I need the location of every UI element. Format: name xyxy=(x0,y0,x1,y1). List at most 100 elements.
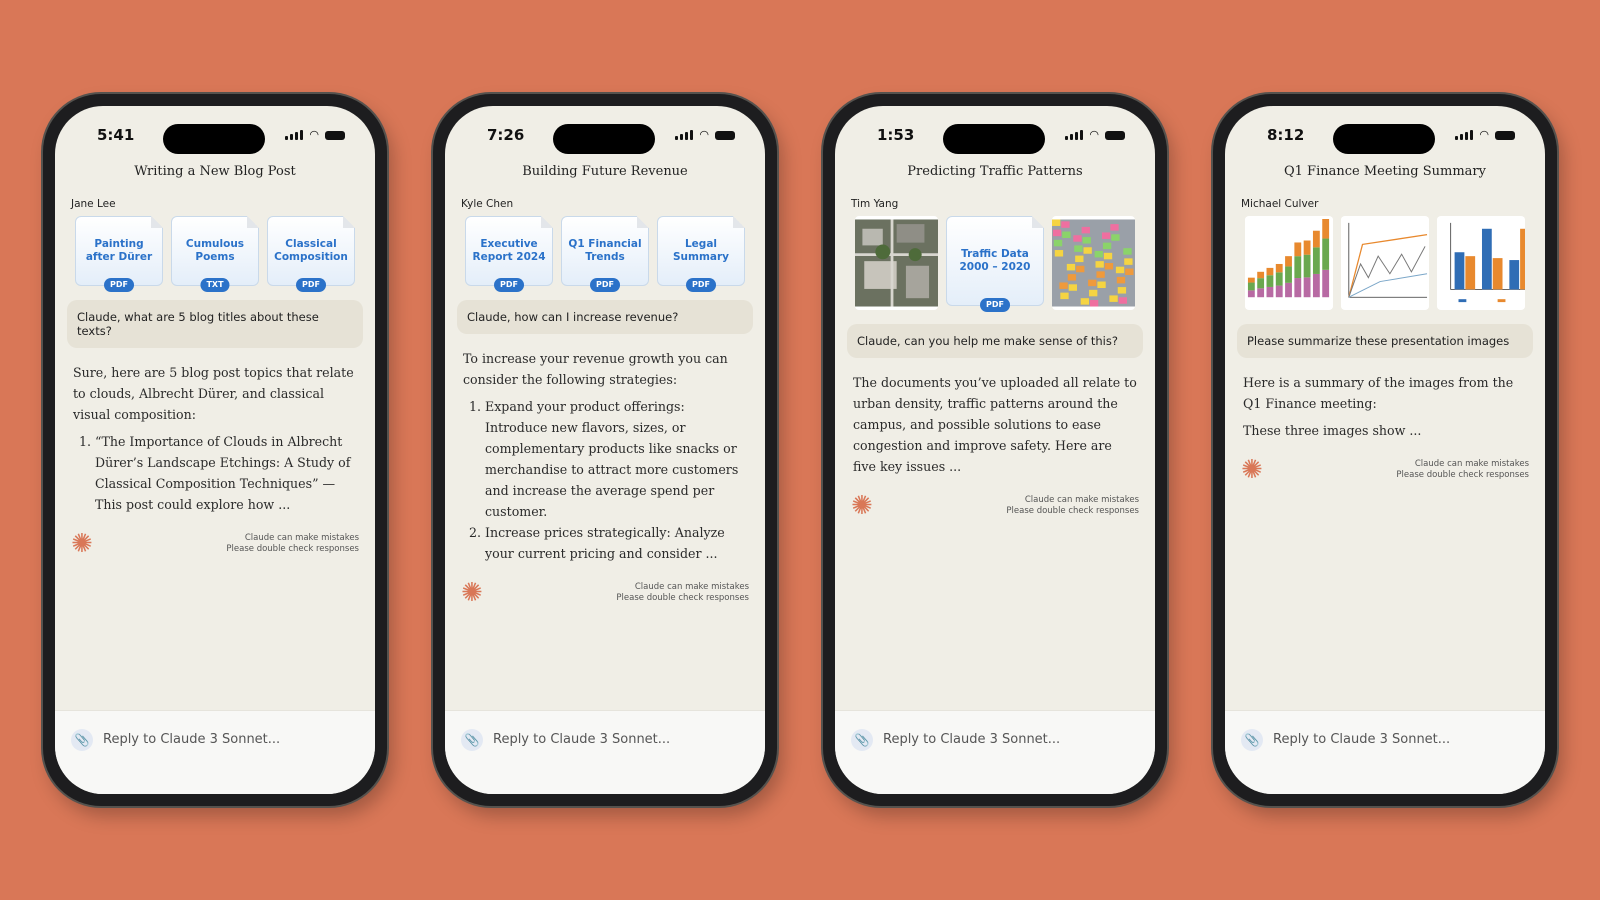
status-bar: 8:12 ◠ xyxy=(1225,124,1545,154)
paperclip-icon[interactable]: 📎 xyxy=(1241,729,1263,751)
file-name: Q1 Financial Trends xyxy=(568,237,642,263)
attachment-image-stacked-bar-chart[interactable] xyxy=(1245,216,1333,310)
file-type-badge: PDF xyxy=(494,278,524,292)
answer-text: Here is a summary of the images from the… xyxy=(1243,375,1514,411)
status-time: 1:53 xyxy=(877,126,915,144)
attachments: Traffic Data 2000 – 2020 PDF xyxy=(855,216,1135,312)
answer-text: These three images show ... xyxy=(1243,423,1422,438)
file-name: Cumulous Poems xyxy=(185,237,245,263)
attachment-file[interactable]: Traffic Data 2000 – 2020 PDF xyxy=(946,216,1044,312)
reply-bar: 📎 Reply to Claude 3 Sonnet... xyxy=(55,710,375,794)
attachment-image-line-chart[interactable] xyxy=(1341,216,1429,310)
attachment-image-sticky-notes-photo[interactable] xyxy=(1051,216,1135,310)
user-name: Jane Lee xyxy=(71,198,116,210)
claude-logo-icon: ✺ xyxy=(461,578,483,608)
phone-1: 5:41 ◠ Writing a New Blog Post Jane Lee … xyxy=(43,94,387,806)
answer-list-item: Increase prices strategically: Analyze y… xyxy=(485,522,747,564)
attachment-image-bar-chart[interactable] xyxy=(1437,216,1525,310)
battery-icon xyxy=(715,130,735,140)
phone-2: 7:26 ◠ Building Future Revenue Kyle Chen… xyxy=(433,94,777,806)
attachments: Painting after Dürer PDF Cumulous Poems TXT… xyxy=(75,216,355,292)
answer-list: “The Importance of Clouds in Albrecht Dü… xyxy=(73,431,357,515)
reply-bar: 📎 Reply to Claude 3 Sonnet... xyxy=(835,710,1155,794)
battery-icon xyxy=(1495,130,1515,140)
file-type-badge: TXT xyxy=(200,278,230,292)
file-type-badge: PDF xyxy=(104,278,134,292)
conversation-title[interactable]: Predicting Traffic Patterns xyxy=(835,164,1155,179)
attachments xyxy=(1245,216,1525,310)
file-name: Legal Summary xyxy=(672,237,730,263)
wifi-icon: ◠ xyxy=(309,128,319,141)
answer-list: Expand your product offerings: Introduce… xyxy=(463,396,747,564)
file-name: Executive Report 2024 xyxy=(472,237,546,263)
signal-icon xyxy=(1065,130,1084,140)
sticky-notes-image xyxy=(1051,219,1135,307)
user-message: Claude, can you help me make sense of th… xyxy=(847,324,1143,358)
reply-bar: 📎 Reply to Claude 3 Sonnet... xyxy=(445,710,765,794)
phone-screen: 5:41 ◠ Writing a New Blog Post Jane Lee … xyxy=(55,106,375,794)
conversation-title[interactable]: Building Future Revenue xyxy=(445,164,765,179)
attachment-file[interactable]: Executive Report 2024 PDF xyxy=(465,216,553,292)
signal-icon xyxy=(285,130,304,140)
reply-input[interactable]: Reply to Claude 3 Sonnet... xyxy=(493,729,733,751)
phone-3: 1:53 ◠ Predicting Traffic Patterns Tim Y… xyxy=(823,94,1167,806)
attachment-image-aerial-photo[interactable] xyxy=(855,216,939,310)
status-time: 7:26 xyxy=(487,126,525,144)
disclaimer-line: Please double check responses xyxy=(226,544,359,554)
phone-4: 8:12 ◠ Q1 Finance Meeting Summary Michae… xyxy=(1213,94,1557,806)
phone-screen: 8:12 ◠ Q1 Finance Meeting Summary Michae… xyxy=(1225,106,1545,794)
dynamic-island xyxy=(943,124,1045,154)
assistant-response: The documents you’ve uploaded all relate… xyxy=(847,372,1143,477)
disclaimer: Claude can make mistakes Please double ch… xyxy=(1396,459,1529,481)
reply-input[interactable]: Reply to Claude 3 Sonnet... xyxy=(883,729,1123,751)
wifi-icon: ◠ xyxy=(699,128,709,141)
paperclip-icon[interactable]: 📎 xyxy=(461,729,483,751)
attachment-file[interactable]: Legal Summary PDF xyxy=(657,216,745,292)
status-bar: 1:53 ◠ xyxy=(835,124,1155,154)
disclaimer-line: Claude can make mistakes xyxy=(634,582,749,592)
paperclip-icon[interactable]: 📎 xyxy=(71,729,93,751)
file-type-badge: PDF xyxy=(590,278,620,292)
claude-logo-icon: ✺ xyxy=(71,529,93,559)
dynamic-island xyxy=(553,124,655,154)
answer-text: Sure, here are 5 blog post topics that r… xyxy=(73,365,354,422)
file-name: Classical Composition xyxy=(274,237,348,263)
disclaimer: Claude can make mistakes Please double ch… xyxy=(1006,495,1139,517)
attachment-file[interactable]: Q1 Financial Trends PDF xyxy=(561,216,649,292)
file-type-badge: PDF xyxy=(980,298,1010,312)
paperclip-icon[interactable]: 📎 xyxy=(851,729,873,751)
disclaimer-line: Please double check responses xyxy=(616,593,749,603)
reply-input[interactable]: Reply to Claude 3 Sonnet... xyxy=(1273,729,1513,751)
conversation-title[interactable]: Q1 Finance Meeting Summary xyxy=(1225,164,1545,179)
bar-chart-image xyxy=(1437,217,1525,309)
phone-screen: 1:53 ◠ Predicting Traffic Patterns Tim Y… xyxy=(835,106,1155,794)
file-name: Traffic Data 2000 – 2020 xyxy=(959,247,1031,273)
answer-list-item: “The Importance of Clouds in Albrecht Dü… xyxy=(95,431,357,515)
phone-screen: 7:26 ◠ Building Future Revenue Kyle Chen… xyxy=(445,106,765,794)
answer-list-item: Expand your product offerings: Introduce… xyxy=(485,396,747,522)
aerial-photo-image xyxy=(855,219,939,307)
wifi-icon: ◠ xyxy=(1089,128,1099,141)
disclaimer-line: Claude can make mistakes xyxy=(244,533,359,543)
attachment-file[interactable]: Cumulous Poems TXT xyxy=(171,216,259,292)
dynamic-island xyxy=(1333,124,1435,154)
signal-icon xyxy=(675,130,694,140)
user-message: Claude, what are 5 blog titles about the… xyxy=(67,300,363,348)
claude-logo-icon: ✺ xyxy=(1241,455,1263,485)
status-bar: 5:41 ◠ xyxy=(55,124,375,154)
disclaimer-line: Please double check responses xyxy=(1396,470,1529,480)
attachment-file[interactable]: Classical Composition PDF xyxy=(267,216,355,292)
user-name: Michael Culver xyxy=(1241,198,1319,210)
wifi-icon: ◠ xyxy=(1479,128,1489,141)
conversation-title[interactable]: Writing a New Blog Post xyxy=(55,164,375,179)
attachments: Executive Report 2024 PDF Q1 Financial Tre… xyxy=(465,216,745,292)
attachment-file[interactable]: Painting after Dürer PDF xyxy=(75,216,163,292)
disclaimer-line: Claude can make mistakes xyxy=(1024,495,1139,505)
file-name: Painting after Dürer xyxy=(85,237,153,263)
status-time: 5:41 xyxy=(97,126,135,144)
status-bar: 7:26 ◠ xyxy=(445,124,765,154)
assistant-response: Here is a summary of the images from the… xyxy=(1237,372,1533,441)
file-type-badge: PDF xyxy=(686,278,716,292)
reply-input[interactable]: Reply to Claude 3 Sonnet... xyxy=(103,729,343,751)
stacked-bar-chart-image xyxy=(1245,217,1333,309)
